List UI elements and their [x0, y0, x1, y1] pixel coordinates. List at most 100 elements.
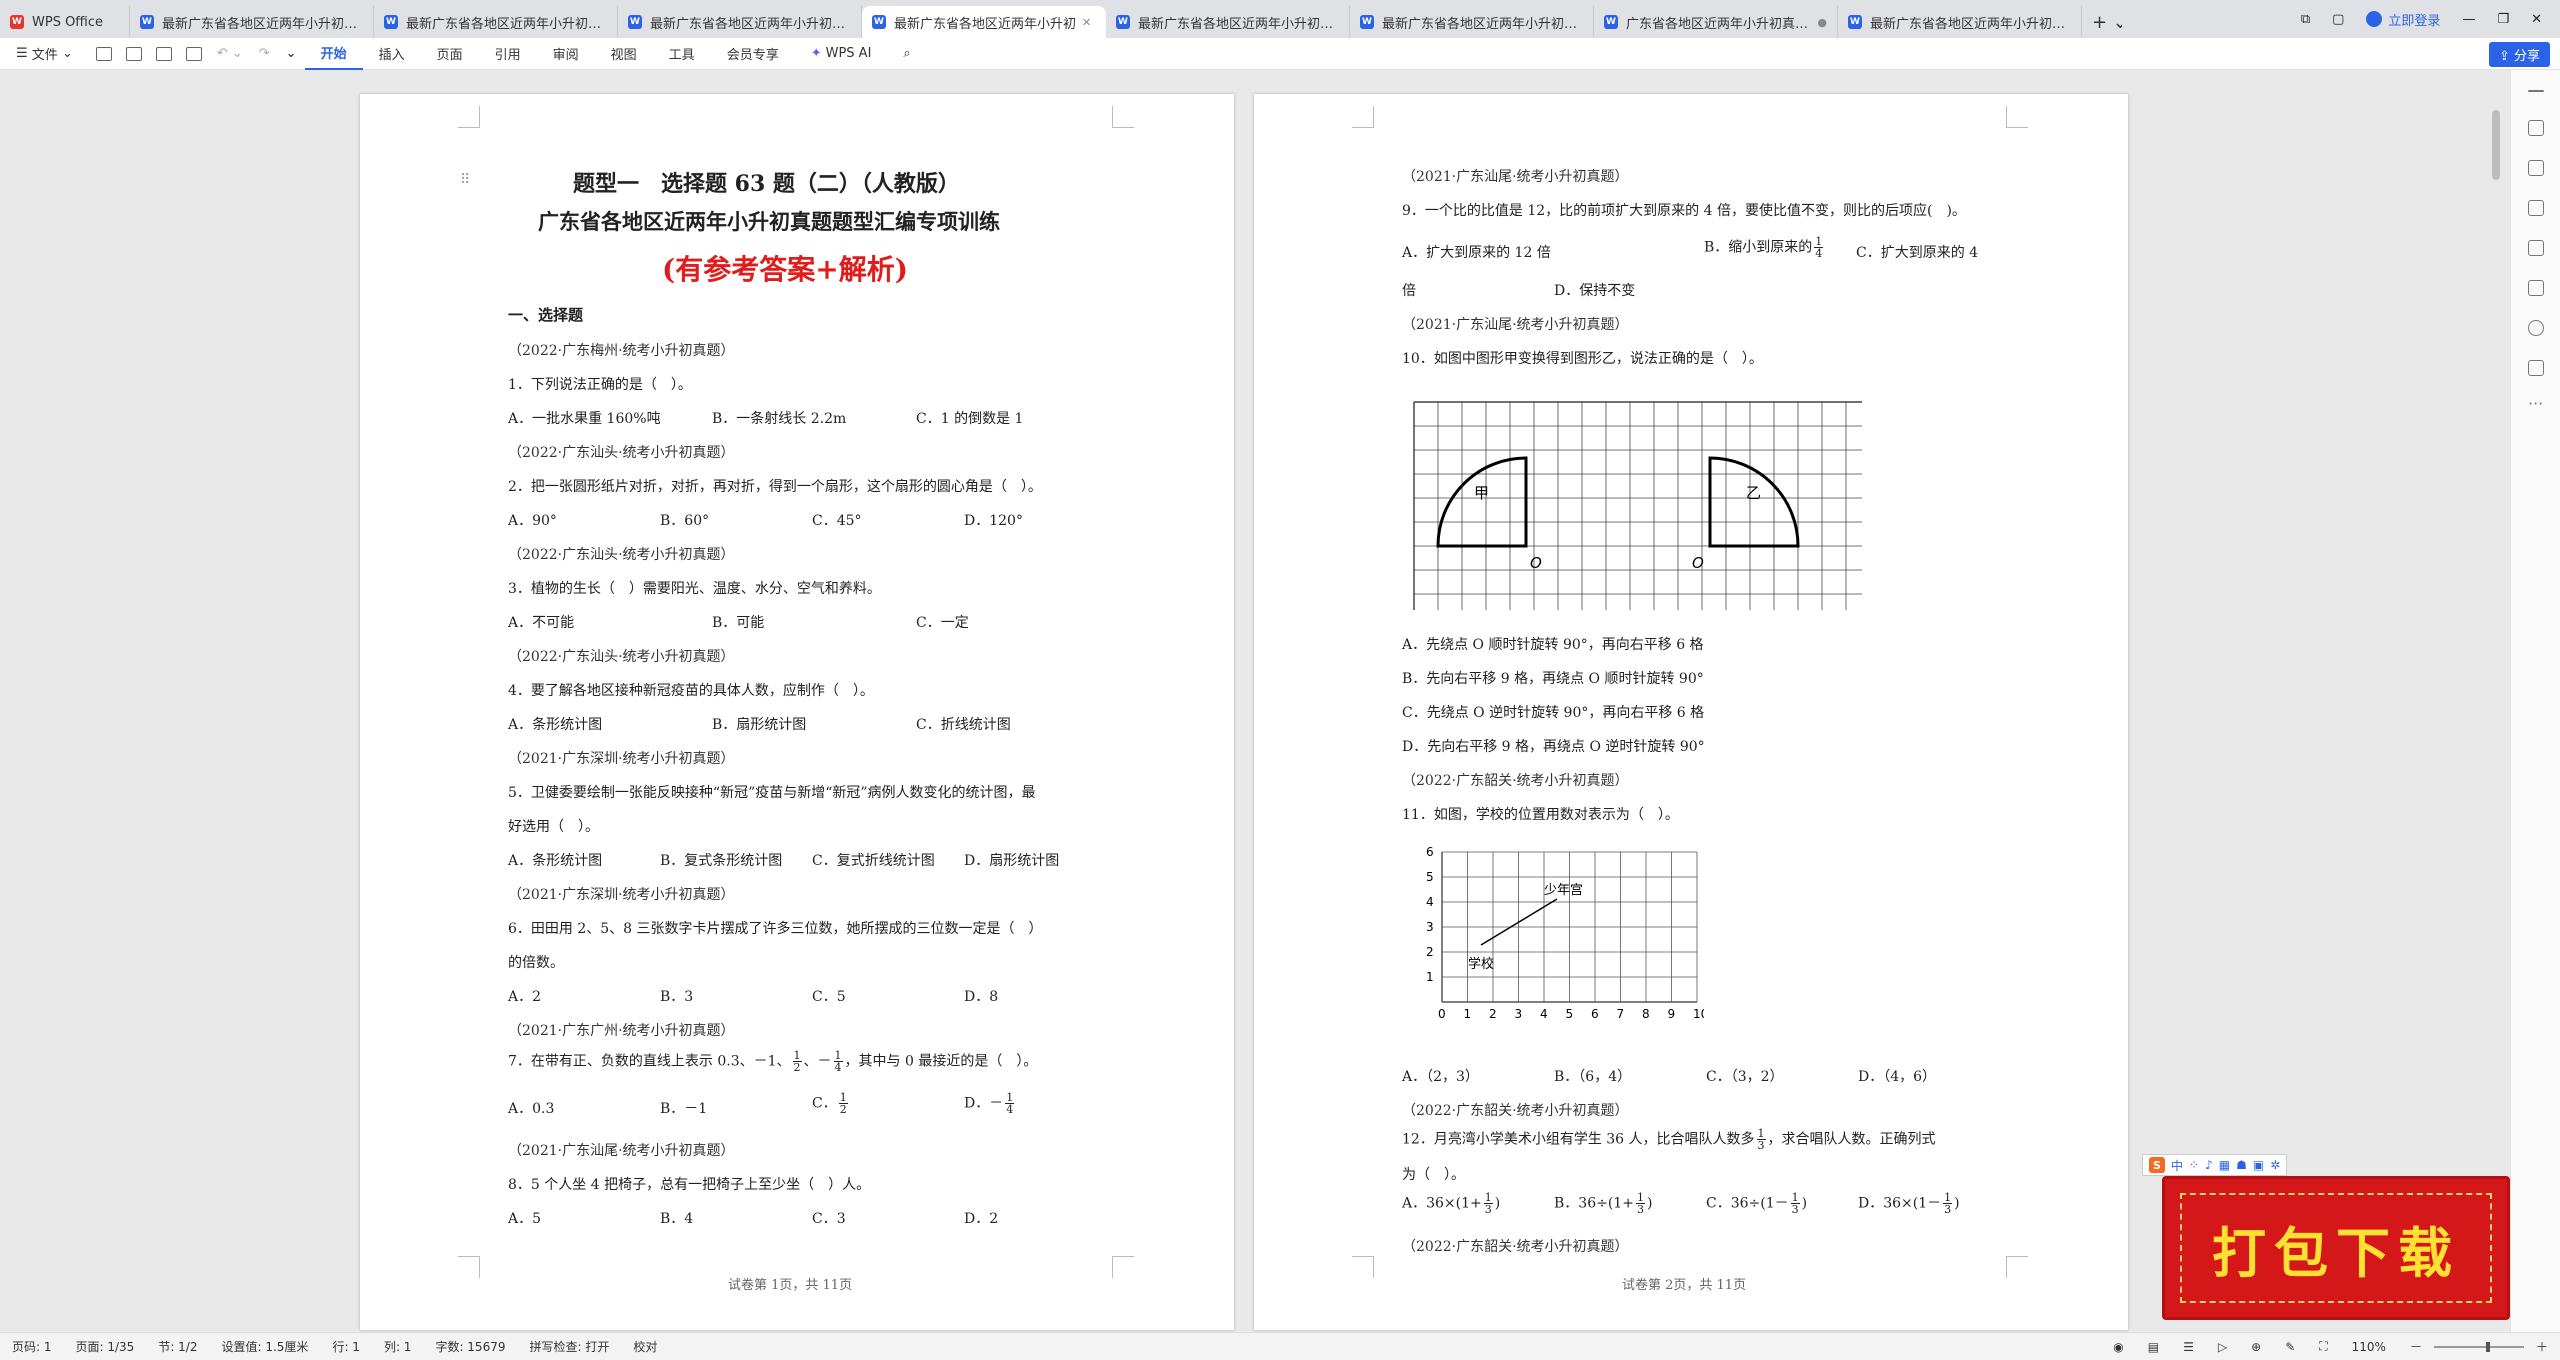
zoom-in-icon[interactable]: ＋ [2524, 1338, 2560, 1355]
fraction: 13 [1943, 1191, 1953, 1216]
document-page-1[interactable]: ⠿ 题型一 选择题 63 题（二）（人教版） 广东省各地区近两年小升初真题题型汇… [360, 94, 1234, 1330]
ribbon-tab-references[interactable]: 引用 [479, 38, 537, 70]
pen-icon[interactable]: ✎ [2273, 1340, 2307, 1354]
ribbon-tab-view[interactable]: 视图 [595, 38, 653, 70]
word-doc-icon: W [872, 15, 886, 29]
option: C．折线统计图 [916, 717, 1011, 733]
status-proofread[interactable]: 校对 [621, 1338, 669, 1355]
zoom-out-icon[interactable]: － [2398, 1338, 2434, 1355]
close-icon[interactable]: ✕ [1082, 16, 1091, 29]
new-tab-button[interactable]: + ⌄ [2082, 6, 2122, 38]
status-row[interactable]: 行: 1 [320, 1338, 372, 1355]
tab-wps-home[interactable]: W WPS Office [0, 6, 130, 38]
ribbon-tab-home[interactable]: 开始 [304, 38, 363, 70]
question-6-cont: 的倍数。 [508, 955, 564, 971]
drag-handle-icon[interactable]: ⠿ [460, 172, 470, 188]
question-6: 6．田田用 2、5、8 三张数字卡片摆成了许多三位数，她所摆成的三位数一定是（ … [508, 921, 1043, 937]
minimize-icon[interactable]: — [2462, 12, 2475, 27]
ribbon-tab-member[interactable]: 会员专享 [711, 38, 795, 70]
status-bar: 页码: 1 页面: 1/35 节: 1/2 设置值: 1.5厘米 行: 1 列:… [0, 1332, 2560, 1360]
label-youth-palace: 少年宫 [1544, 883, 1583, 898]
search-icon[interactable]: ⌕ [887, 38, 926, 70]
edit-icon[interactable] [2528, 120, 2544, 136]
ime-chinese-mode[interactable]: 中 [2171, 1157, 2183, 1174]
login-button[interactable]: 立即登录 [2366, 10, 2440, 29]
question-9: 9．一个比的比值是 12，比的前项扩大到原来的 4 倍，要使比值不变，则比的后项… [1402, 203, 1966, 219]
window-manager-icon[interactable]: ⧉ [2301, 12, 2310, 27]
vertical-scrollbar[interactable] [2492, 110, 2500, 180]
fraction: 13 [1635, 1191, 1645, 1216]
tools-icon[interactable] [2528, 280, 2544, 296]
zoom-slider-thumb[interactable] [2485, 1341, 2490, 1352]
x-tick-label: 6 [1591, 1007, 1599, 1021]
undo-icon[interactable]: ↶ ⌄ [217, 46, 243, 61]
export-icon[interactable] [125, 46, 142, 61]
ime-keyboard-icon[interactable]: ▦ [2219, 1158, 2230, 1172]
tab-document[interactable]: W 最新广东省各地区近两年小升初真题题 [1350, 6, 1594, 38]
hamburger-menu-button[interactable]: ☰ 文件 ⌄ [0, 38, 89, 70]
select-icon[interactable] [2528, 160, 2544, 176]
status-page-count[interactable]: 页面: 1/35 [64, 1338, 147, 1355]
print-preview-icon[interactable] [185, 46, 202, 61]
status-spellcheck[interactable]: 拼写检查: 打开 [517, 1338, 621, 1355]
ribbon-tab-insert[interactable]: 插入 [363, 38, 421, 70]
status-page-number[interactable]: 页码: 1 [0, 1338, 64, 1355]
label-jia: 甲 [1474, 484, 1489, 502]
close-window-icon[interactable]: ✕ [2531, 12, 2542, 27]
page-view-icon[interactable]: ▤ [2136, 1340, 2171, 1354]
question-2: 2．把一张圆形纸片对折，对折，再对折，得到一个扇形，这个扇形的圆心角是（ ）。 [508, 479, 1042, 495]
shirt-icon[interactable] [2528, 360, 2544, 376]
tab-document[interactable]: W 最新广东省各地区近两年小升初真题题 [374, 6, 618, 38]
ribbon-tab-page[interactable]: 页面 [421, 38, 479, 70]
tab-document[interactable]: W 最新广东省各地区近两年小升初真题题 [1106, 6, 1350, 38]
document-canvas[interactable]: ⠿ 题型一 选择题 63 题（二）（人教版） 广东省各地区近两年小升初真题题型汇… [0, 70, 2510, 1332]
y-tick-label: 1 [1426, 970, 1434, 984]
ai-icon: ✦ [810, 46, 822, 61]
fraction: 14 [1005, 1091, 1015, 1116]
collapse-icon[interactable] [2528, 90, 2544, 92]
close-icon[interactable]: ● [1817, 16, 1827, 29]
save-icon[interactable] [95, 46, 112, 61]
web-view-icon[interactable]: ⊕ [2239, 1340, 2273, 1354]
status-section[interactable]: 节: 1/2 [146, 1338, 209, 1355]
wps-ai-button[interactable]: ✦ WPS AI [795, 38, 888, 70]
ime-toolbox-icon[interactable]: ▣ [2253, 1158, 2264, 1172]
ime-punctuation-icon[interactable]: ⁘ [2189, 1158, 2199, 1172]
status-setting-value[interactable]: 设置值: 1.5厘米 [209, 1338, 320, 1355]
ribbon-tab-review[interactable]: 审阅 [537, 38, 595, 70]
eye-protection-icon[interactable]: ◉ [2101, 1340, 2135, 1354]
zoom-slider[interactable] [2433, 1341, 2524, 1352]
tab-document[interactable]: W 最新广东省各地区近两年小升初真题题 [618, 6, 862, 38]
document-page-2[interactable]: （2021·广东汕尾·统考小升初真题） 9．一个比的比值是 12，比的前项扩大到… [1254, 94, 2128, 1330]
outline-view-icon[interactable]: ☰ [2171, 1340, 2206, 1354]
ime-toolbar[interactable]: S 中 ⁘ ♪ ▦ ☗ ▣ ✲ [2142, 1154, 2288, 1176]
tab-document[interactable]: W 最新广东省各地区近两年小升初真题题 [130, 6, 374, 38]
play-icon[interactable]: ▷ [2206, 1340, 2239, 1354]
ime-voice-icon[interactable]: ♪ [2205, 1158, 2213, 1172]
status-column[interactable]: 列: 1 [372, 1338, 424, 1355]
option: C．一定 [916, 615, 969, 631]
download-banner[interactable]: 打包下载 [2162, 1176, 2510, 1320]
tab-document[interactable]: W 最新广东省各地区近两年小升初真题题 [1838, 6, 2082, 38]
print-icon[interactable] [155, 46, 172, 61]
ime-skin-icon[interactable]: ☗ [2236, 1158, 2247, 1172]
tab-document-active[interactable]: W 最新广东省各地区近两年小升初 ✕ [862, 6, 1106, 38]
settings-sliders-icon[interactable] [2528, 200, 2544, 216]
tab-document[interactable]: W 广东省各地区近两年小升初真题题 ● [1594, 6, 1838, 38]
help-icon[interactable] [2528, 320, 2544, 336]
image-icon[interactable] [2528, 240, 2544, 256]
more-icon[interactable]: ··· [2528, 396, 2544, 416]
more-chevron-icon[interactable]: ⌄ [286, 46, 297, 61]
crop-mark [458, 1256, 480, 1278]
restore-icon[interactable]: ❐ [2497, 12, 2509, 27]
status-word-count[interactable]: 字数: 15679 [423, 1338, 517, 1355]
ime-settings-icon[interactable]: ✲ [2270, 1158, 2280, 1172]
fit-page-icon[interactable]: ⛶ [2307, 1339, 2339, 1354]
mail-icon[interactable]: ▢ [2332, 12, 2344, 27]
redo-icon[interactable]: ↷ [259, 46, 270, 61]
zoom-level[interactable]: 110% [2340, 1340, 2398, 1354]
ribbon-tab-tools[interactable]: 工具 [653, 38, 711, 70]
question-3: 3．植物的生长（ ）需要阳光、温度、水分、空气和养料。 [508, 581, 881, 597]
share-button[interactable]: ⇪ 分享 [2488, 42, 2550, 67]
question-source: （2022·广东韶关·统考小升初真题） [1402, 1103, 1629, 1119]
